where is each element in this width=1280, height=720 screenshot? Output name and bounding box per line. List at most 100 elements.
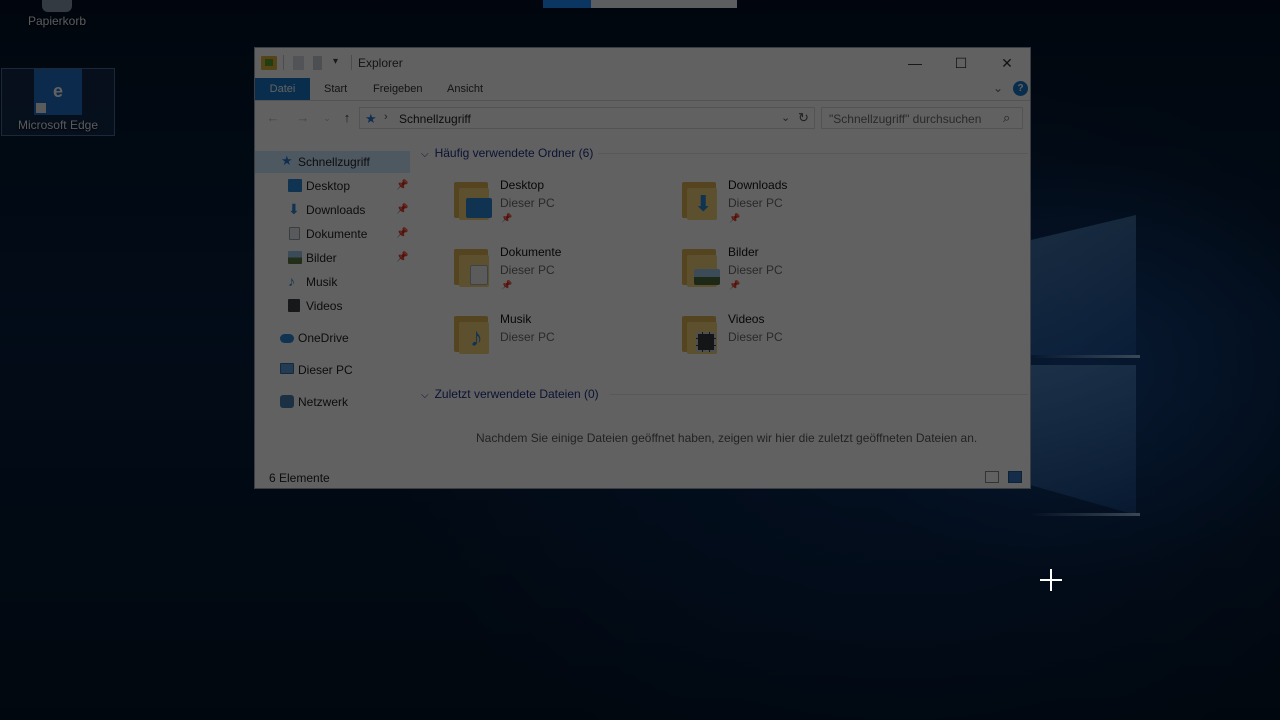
search-icon[interactable]: ⌕ — [1003, 110, 1010, 126]
up-button[interactable]: ↑ — [337, 108, 357, 128]
folder-tile-desktop[interactable]: Desktop Dieser PC 📌 — [454, 178, 674, 238]
folder-location: Dieser PC — [728, 263, 783, 277]
pin-icon[interactable]: 📌 — [396, 199, 408, 221]
sidebar-item-videos[interactable]: Videos — [255, 295, 410, 317]
minimize-button[interactable]: — — [892, 48, 938, 78]
sidebar-item-desktop[interactable]: Desktop 📌 — [255, 175, 410, 197]
folder-name: Musik — [500, 312, 532, 326]
folder-location: Dieser PC — [500, 330, 555, 344]
sidebar-item-label: Dieser PC — [298, 363, 353, 377]
network-icon — [280, 395, 294, 408]
tiles-view-icon[interactable] — [1008, 471, 1022, 483]
tab-start[interactable]: Start — [312, 78, 359, 100]
desktop-icon-label: Microsoft Edge — [17, 118, 99, 132]
pin-icon: 📌 — [501, 213, 513, 223]
top-notification-bar — [543, 0, 737, 8]
group-header-frequent[interactable]: ⌵ Häufig verwendete Ordner (6) — [421, 143, 593, 163]
star-icon: ★ — [281, 153, 293, 168]
pin-icon[interactable]: 📌 — [396, 247, 408, 269]
ribbon-tabs: Datei Start Freigeben Ansicht ⌄ ? — [255, 78, 1030, 101]
folder-icon — [261, 56, 277, 70]
search-input[interactable]: "Schnellzugriff" durchsuchen ⌕ — [821, 107, 1023, 129]
folder-icon: ♪ — [454, 314, 492, 354]
folder-tile-dokumente[interactable]: Dokumente Dieser PC 📌 — [454, 245, 674, 305]
edge-glyph-letter: e — [52, 81, 63, 101]
refresh-button[interactable]: ↻ — [798, 110, 809, 126]
breadcrumb[interactable]: Schnellzugriff — [399, 112, 471, 126]
item-count: 6 Elemente — [269, 471, 330, 485]
folder-name: Dokumente — [500, 245, 562, 259]
chevron-down-icon[interactable]: ▾ — [333, 56, 343, 70]
folder-tile-downloads[interactable]: ⬇ Downloads Dieser PC 📌 — [682, 178, 902, 238]
folder-tile-bilder[interactable]: Bilder Dieser PC 📌 — [682, 245, 902, 305]
folder-name: Desktop — [500, 178, 545, 192]
maximize-button[interactable]: ☐ — [938, 48, 984, 78]
desktop-icon-label: Papierkorb — [27, 14, 87, 28]
group-header-label: Zuletzt verwendete Dateien (0) — [434, 387, 599, 401]
sidebar-item-label: Netzwerk — [298, 395, 349, 409]
new-folder-icon[interactable] — [313, 56, 322, 70]
details-view-icon[interactable] — [985, 471, 999, 483]
pin-icon[interactable]: 📌 — [396, 223, 408, 245]
sidebar-item-label: Schnellzugriff — [298, 155, 370, 169]
sidebar-item-musik[interactable]: ♪ Musik — [255, 271, 410, 293]
folder-icon — [454, 247, 492, 287]
sidebar-item-schnellzugriff[interactable]: ★ Schnellzugriff — [255, 151, 410, 173]
recent-locations-button[interactable]: ⌄ — [317, 108, 337, 128]
ribbon-expand-icon[interactable]: ⌄ — [993, 81, 1003, 95]
help-icon[interactable]: ? — [1013, 81, 1028, 96]
address-dropdown-icon[interactable]: ⌄ — [781, 111, 790, 124]
sidebar-item-label: Dokumente — [306, 227, 368, 241]
top-bar-accent — [543, 0, 591, 8]
folder-name: Downloads — [728, 178, 788, 192]
sidebar-item-onedrive[interactable]: OneDrive — [255, 327, 410, 349]
group-header-recent[interactable]: ⌵ Zuletzt verwendete Dateien (0) — [421, 384, 599, 404]
pin-icon[interactable]: 📌 — [396, 175, 408, 197]
tab-datei[interactable]: Datei — [255, 78, 310, 100]
windows-logo-pane-bottom — [1030, 365, 1136, 515]
sidebar-item-dokumente[interactable]: Dokumente 📌 — [255, 223, 410, 245]
logo-beam — [1030, 513, 1140, 516]
desktop-icon-edge[interactable]: e Microsoft Edge — [1, 68, 115, 136]
folder-name: Bilder — [728, 245, 759, 259]
forward-button[interactable]: → — [293, 108, 313, 128]
computer-icon — [280, 363, 294, 374]
search-placeholder: "Schnellzugriff" durchsuchen — [829, 112, 982, 126]
tab-ansicht[interactable]: Ansicht — [435, 78, 495, 100]
pin-icon: 📌 — [729, 280, 741, 290]
sidebar-item-netzwerk[interactable]: Netzwerk — [255, 391, 410, 413]
folder-tile-musik[interactable]: ♪ Musik Dieser PC — [454, 312, 674, 372]
explorer-window[interactable]: ▾ Explorer — ☐ ✕ Datei Start Freigeben A… — [254, 47, 1031, 489]
chevron-down-icon: ⌵ — [421, 149, 429, 160]
status-bar: 6 Elemente — [255, 468, 1030, 488]
group-header-label: Häufig verwendete Ordner (6) — [434, 146, 594, 160]
desktop-icon-recycle-bin[interactable]: Papierkorb — [0, 0, 114, 36]
breadcrumb-chevron-icon[interactable]: › — [384, 111, 388, 123]
recycle-bin-icon — [42, 0, 72, 12]
sidebar-item-label: OneDrive — [298, 331, 349, 345]
video-icon — [288, 299, 300, 312]
address-bar[interactable]: ★ › Schnellzugriff ⌄ ↻ — [359, 107, 815, 129]
sidebar-item-dieser-pc[interactable]: Dieser PC — [255, 359, 410, 381]
folder-name: Videos — [728, 312, 765, 326]
title-bar[interactable]: ▾ Explorer — ☐ ✕ — [255, 48, 1030, 78]
cloud-icon — [280, 334, 294, 343]
properties-icon[interactable] — [293, 56, 304, 70]
desktop-icon — [288, 179, 302, 192]
chevron-down-icon: ⌵ — [421, 390, 429, 401]
tab-freigeben[interactable]: Freigeben — [361, 78, 435, 100]
sidebar-item-downloads[interactable]: ⬇ Downloads 📌 — [255, 199, 410, 221]
folder-icon: ⬇ — [682, 180, 720, 220]
close-button[interactable]: ✕ — [984, 48, 1030, 78]
content-pane: ⌵ Häufig verwendete Ordner (6) Desktop Di… — [412, 138, 1030, 468]
navigation-bar: ← → ⌄ ↑ ★ › Schnellzugriff ⌄ ↻ "Schnellz… — [255, 102, 1030, 134]
sidebar-item-bilder[interactable]: Bilder 📌 — [255, 247, 410, 269]
divider — [351, 55, 352, 70]
navigation-pane: ★ Schnellzugriff Desktop 📌 ⬇ Downloads 📌… — [255, 146, 412, 466]
folder-tile-videos[interactable]: Videos Dieser PC — [682, 312, 902, 372]
divider — [598, 153, 1028, 154]
sidebar-item-label: Videos — [306, 299, 343, 313]
crosshair-cursor-icon — [1040, 569, 1062, 591]
folder-icon — [682, 314, 720, 354]
back-button[interactable]: ← — [263, 108, 283, 128]
